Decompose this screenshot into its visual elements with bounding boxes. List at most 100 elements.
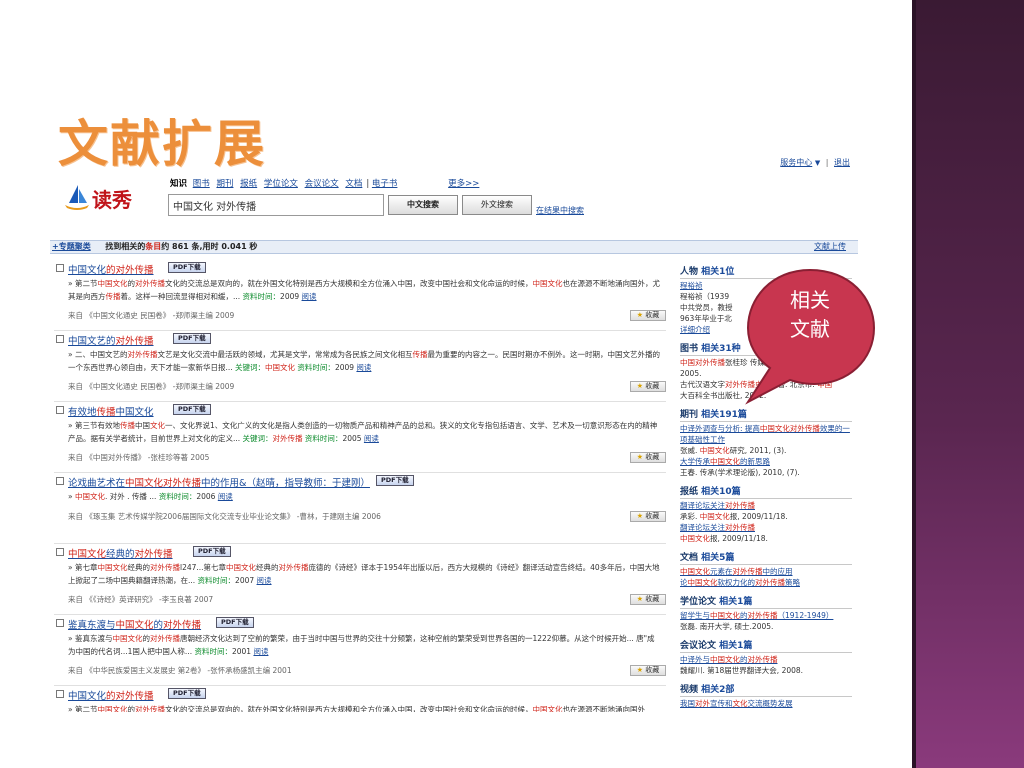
result-source: 来自 《中国文化通史 民国卷》 -郑师渠主编 2009 [68,382,235,391]
nav-tab-journals[interactable]: 期刊 [216,179,233,189]
pdf-download-button[interactable]: PDF下载 [173,333,211,344]
sidebar-link[interactable]: 留学生与中国文化的对外传播（1912-1949） [680,610,852,621]
sidebar-seg: 中国文化对外传播 [759,424,820,433]
nav-tab-newspapers[interactable]: 报纸 [240,179,257,189]
nav-more-link[interactable]: 更多>> [448,179,479,189]
sidebar-section-header: 报纸 相关10篇 [680,484,852,499]
result-title-link[interactable]: 论戏曲艺术在中国文化对外传播中的作用&（赵晴，指导教师：于建刚） [68,475,370,489]
pdf-download-button[interactable]: PDF下载 [168,262,206,273]
nav-tab-conference[interactable]: 会议论文 [305,179,339,189]
abstract-seg: 资料时间： [197,576,236,585]
read-link[interactable]: 阅读 [364,434,379,443]
sidebar-section-count[interactable]: 相关1篇 [719,597,752,607]
upload-link[interactable]: 文献上传 [814,241,846,253]
abstract-seg: » 第二节 [68,279,98,288]
pdf-download-button[interactable]: PDF下载 [193,546,231,557]
foreign-search-button[interactable]: 外文搜索 [462,195,532,215]
abstract-seg: 着。这样一种回流显得相对和缓，... [120,292,243,301]
sidebar-link[interactable]: 大学传承中国文化的新思路 [680,456,852,467]
result-source: 来自 《中国对外传播》 -张桂珍等著 2005 [68,453,210,462]
sidebar-link[interactable]: 中译外调查与分析: 提高中国文化对外传播效果的一项基础性工作 [680,423,852,445]
topic-cluster-link[interactable]: +专题聚类 [52,242,91,251]
read-link[interactable]: 阅读 [253,647,268,656]
result-source: 来自 《琢玉集 艺术传媒学院2006届国际文化交流专业毕业论文集》 -曹林，于建… [68,512,381,521]
result-title-link[interactable]: 鉴真东渡与中国文化的对外传播 [68,617,201,631]
service-center-link[interactable]: 服务中心 [780,158,812,167]
sidebar-section-name[interactable]: 期刊 [680,410,701,420]
result-title-link[interactable]: 有效地传播中国文化 [68,404,154,418]
sidebar-link[interactable]: 中译外与中国文化的对外传播 [680,654,852,665]
pdf-download-button[interactable]: PDF下载 [173,404,211,415]
sidebar-section-name[interactable]: 视频 [680,685,701,695]
favorite-button[interactable]: ★ 收藏 [630,665,666,676]
nav-tab-documents[interactable]: 文档 [345,179,362,189]
nav-tab-theses[interactable]: 学位论文 [264,179,298,189]
nav-tab-knowledge[interactable]: 知识 [170,179,187,189]
nav-tab-books[interactable]: 图书 [193,179,210,189]
chevron-down-icon[interactable]: ▼ [815,159,820,167]
sidebar-section-name[interactable]: 人物 [680,267,701,277]
sidebar-link[interactable]: 论中国文化软权力化的对外传播策略 [680,577,852,588]
sidebar-section-name[interactable]: 会议论文 [680,641,719,651]
read-link[interactable]: 阅读 [257,576,272,585]
sidebar-link[interactable]: 翻译论坛关注对外传播 [680,522,852,533]
duxiu-logo[interactable]: 读秀 [64,178,144,218]
result-title-link[interactable]: 中国文化的对外传播 [68,262,154,276]
sidebar-section-count[interactable]: 相关5篇 [701,553,734,563]
sidebar-section-name[interactable]: 文档 [680,553,701,563]
result-item: 中国文化的对外传播 PDF下载 » 第二节中国文化的对外传播文化的交流总是双向的，就… [54,686,666,712]
favorite-button[interactable]: ★ 收藏 [630,310,666,321]
result-checkbox[interactable] [56,406,64,414]
result-title-link[interactable]: 中国文化经典的对外传播 [68,546,173,560]
sidebar-link[interactable]: 我国对外宣传和文化交流概势发展 [680,698,852,709]
read-link[interactable]: 阅读 [218,492,233,501]
sidebar-section-count[interactable]: 相关2部 [701,685,734,695]
pdf-download-button[interactable]: PDF下载 [216,617,254,628]
result-checkbox[interactable] [56,335,64,343]
logout-link[interactable]: 退出 [834,158,850,167]
sidebar-seg: （1912-1949） [777,611,834,620]
read-link[interactable]: 阅读 [302,292,317,301]
sidebar-section-count[interactable]: 相关10篇 [701,487,741,497]
sidebar-section-name[interactable]: 学位论文 [680,597,719,607]
title-seg: 中国文化 [68,265,107,276]
abstract-seg: 对外传播 [149,563,180,572]
abstract-seg: 对外传播 [278,563,309,572]
nav-tab-ebooks[interactable]: 电子书 [372,179,398,189]
result-checkbox[interactable] [56,690,64,698]
sidebar-seg: 报, 2009/11/18. [710,534,768,543]
favorite-button[interactable]: ★ 收藏 [630,452,666,463]
sidebar-link[interactable]: 中国文化元素在对外传播中的应用 [680,566,852,577]
pdf-download-button[interactable]: PDF下载 [376,475,414,486]
favorite-button[interactable]: ★ 收藏 [630,594,666,605]
result-title-link[interactable]: 中国文化的对外传播 [68,688,154,702]
result-abstract: » 第二节中国文化的对外传播文化的交流总是双向的，就在外国文化特别是西方大规模和… [68,703,660,712]
abstract-seg: 中国文化 [74,492,105,501]
slide-side-band [912,0,1024,768]
search-input[interactable] [168,194,384,216]
chinese-search-button[interactable]: 中文搜索 [388,195,458,215]
result-checkbox[interactable] [56,264,64,272]
sidebar-seg: 文化 [732,699,748,708]
favorite-button[interactable]: ★ 收藏 [630,381,666,392]
abstract-seg: 的 [127,279,135,288]
found-count: 约 861 条,用时 0.041 秒 [161,242,258,251]
result-title-link[interactable]: 中国文艺的对外传播 [68,333,154,347]
result-checkbox[interactable] [56,477,64,485]
search-in-results-link[interactable]: 在结果中搜索 [536,205,584,216]
abstract-seg: 资料时间： [242,292,281,301]
result-checkbox[interactable] [56,548,64,556]
sidebar-section-header: 会议论文 相关1篇 [680,638,852,653]
read-link[interactable]: 阅读 [356,363,371,372]
favorite-button[interactable]: ★ 收藏 [630,511,666,522]
sidebar-link[interactable]: 翻译论坛关注对外传播 [680,500,852,511]
star-icon: ★ [636,595,646,603]
title-seg: 的对外传播 [106,265,154,276]
sidebar-section-name[interactable]: 图书 [680,344,701,354]
title-seg: 对外传播 [163,620,202,631]
sidebar-seg: 元素在 [710,567,733,576]
sidebar-section-name[interactable]: 报纸 [680,487,701,497]
sidebar-section-count[interactable]: 相关1篇 [719,641,752,651]
pdf-download-button[interactable]: PDF下载 [168,688,206,699]
result-checkbox[interactable] [56,619,64,627]
